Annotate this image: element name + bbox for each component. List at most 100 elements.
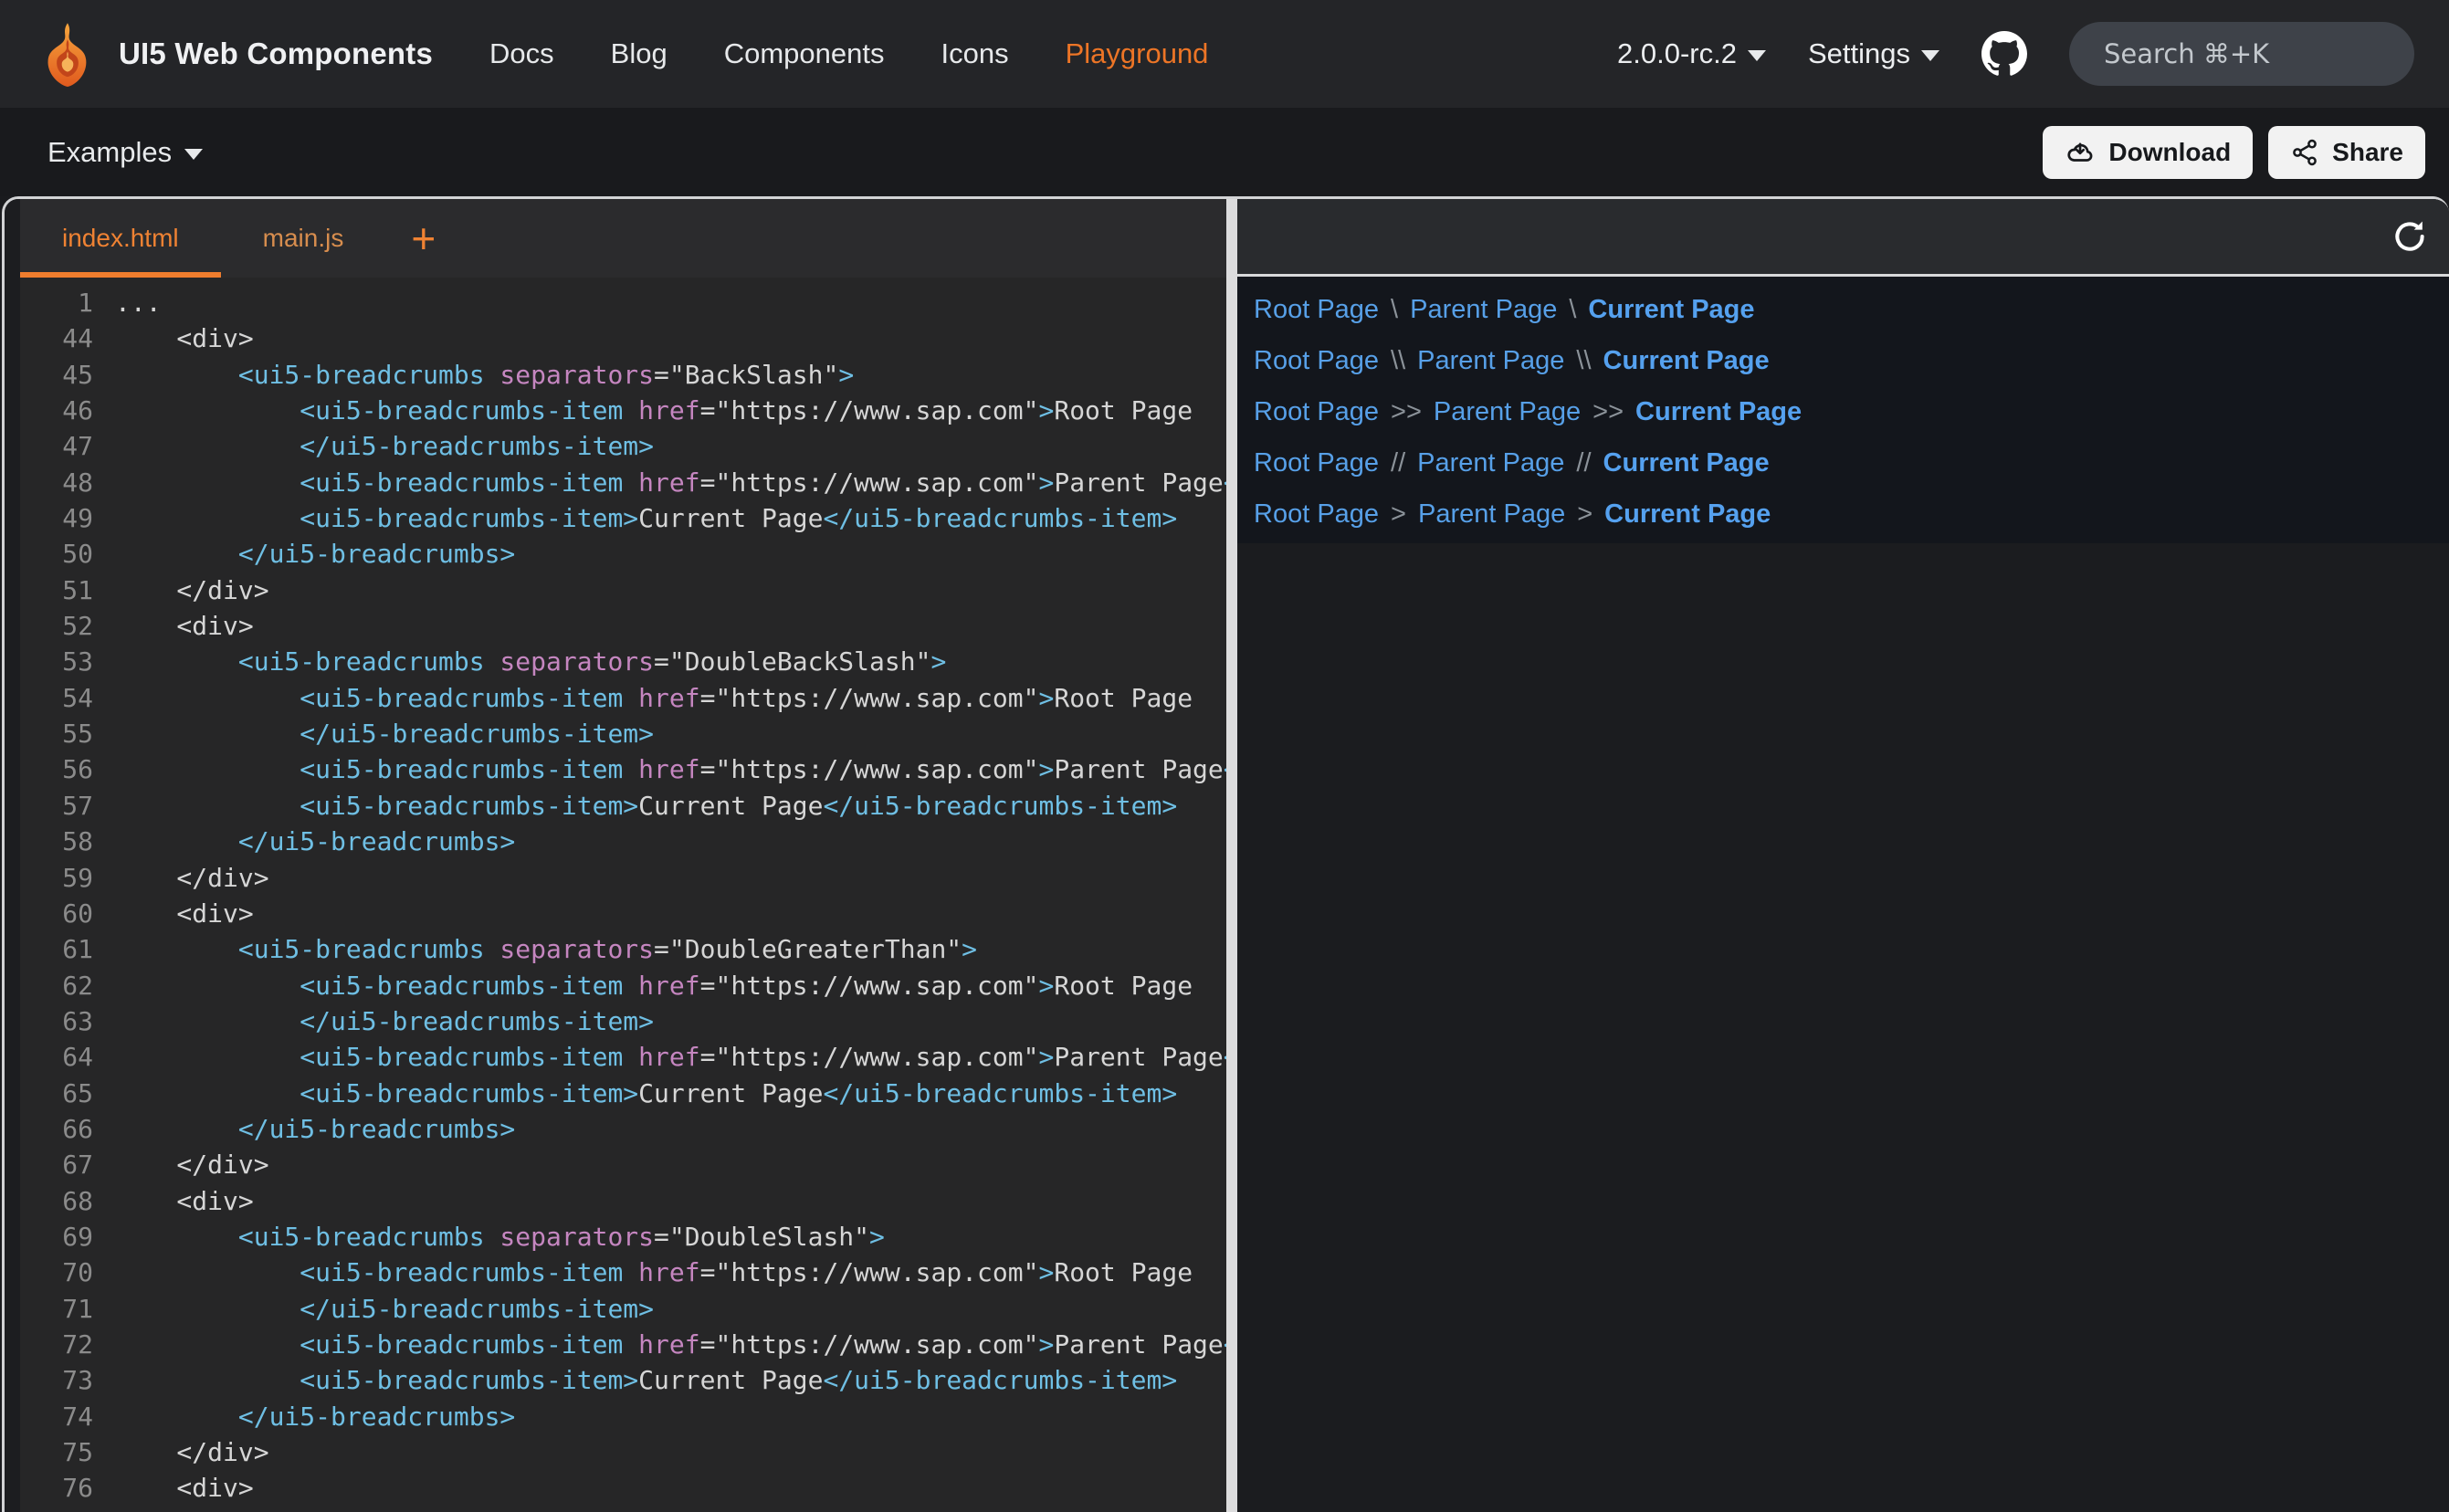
code-token: <ui5-breadcrumbs [238,1222,485,1252]
code-text: </ui5-breadcrumbs-item> [115,428,654,464]
refresh-button[interactable] [2387,214,2433,259]
code-text: <div> [115,1183,254,1219]
code-token [115,1006,300,1036]
code-token: <div> [115,1186,254,1216]
download-button[interactable]: Download [2043,126,2253,179]
line-number: 68 [20,1183,115,1219]
settings-dropdown[interactable]: Settings [1808,37,1939,70]
line-number: 58 [20,824,115,859]
code-token: </ui5-breadcrumbs-item> [300,719,654,749]
search-box[interactable] [2069,22,2414,86]
breadcrumb-current-page: Current Page [1588,295,1754,325]
code-token: > [1038,467,1054,498]
toolbar-actions: Download Share [2043,126,2425,179]
nav-link-icons[interactable]: Icons [941,37,1008,70]
code-line: 63 </ui5-breadcrumbs-item> [20,1003,1226,1039]
code-token: ="DoubleBackSlash" [654,646,930,677]
brand-title: UI5 Web Components [119,37,433,71]
breadcrumb-current-page: Current Page [1603,346,1770,376]
nav-link-blog[interactable]: Blog [611,37,667,70]
code-line: 1... [20,285,1226,320]
code-token: </ui5-breadcrumbs-item> [823,791,1177,821]
code-text: </ui5-breadcrumbs-item> [115,1291,654,1327]
code-token: ="https://www.sap.com" [700,395,1039,425]
add-tab-button[interactable]: + [385,199,461,278]
code-line: 52 <div> [20,608,1226,644]
code-token: <ui5-breadcrumbs-item [300,1042,623,1072]
code-line: 64 <ui5-breadcrumbs-item href="https://w… [20,1039,1226,1075]
preview-frame: Root Page\Parent Page\Current PageRoot P… [1237,277,2449,543]
breadcrumb-link-root[interactable]: Root Page [1254,448,1379,478]
code-token [115,431,300,461]
top-navbar: UI5 Web Components Docs Blog Components Ico… [0,0,2449,108]
code-text: <ui5-breadcrumbs separators="DoubleSlash… [115,1219,885,1255]
breadcrumb-link-root[interactable]: Root Page [1254,397,1379,427]
code-line: 72 <ui5-breadcrumbs-item href="https://w… [20,1327,1226,1362]
code-token: <div> [115,323,254,353]
breadcrumb-separator: \ [1569,295,1576,325]
line-number: 53 [20,644,115,679]
breadcrumbs-example: Root Page>>Parent Page>>Current Page [1254,394,2449,430]
line-number: 52 [20,608,115,644]
search-input[interactable] [2102,37,2441,70]
line-number: 49 [20,500,115,536]
code-text: </ui5-breadcrumbs> [115,1399,515,1434]
playground-toolbar: Examples Download Share [0,108,2449,196]
share-button[interactable]: Share [2268,126,2425,179]
code-token: <ui5-breadcrumbs-item [300,467,623,498]
code-text: </ui5-breadcrumbs-item> [115,1003,654,1039]
split-divider-handle[interactable] [1226,199,1237,1512]
code-text: <ui5-breadcrumbs separators="DoubleGreat… [115,931,977,967]
breadcrumb-separator: \\ [1576,346,1591,376]
code-token [115,683,300,713]
code-token: separators [485,1222,654,1252]
breadcrumb-current-page: Current Page [1603,448,1770,478]
code-token: <ui5-breadcrumbs-item [300,1257,623,1287]
code-token: <ui5-breadcrumbs-item [300,971,623,1001]
chevron-down-icon [184,149,203,160]
breadcrumb-link-root[interactable]: Root Page [1254,346,1379,376]
breadcrumb-link-root[interactable]: Root Page [1254,295,1379,325]
code-token: > [962,934,977,964]
code-text: ... [115,285,162,320]
code-token: > [869,1222,885,1252]
breadcrumb-link-parent[interactable]: Parent Page [1417,448,1564,478]
code-text: <ui5-breadcrumbs-item href="https://www.… [115,393,1193,428]
code-token: Current Page [638,503,823,533]
code-token [115,1329,300,1360]
nav-link-docs[interactable]: Docs [489,37,554,70]
version-dropdown[interactable]: 2.0.0-rc.2 [1617,37,1766,70]
tab-main.js[interactable]: main.js [221,199,386,278]
code-token: Parent Page [1054,1329,1223,1360]
breadcrumb-separator: >> [1391,397,1422,427]
line-number: 70 [20,1255,115,1290]
code-token: > [930,646,946,677]
code-token [115,1294,300,1324]
code-token: <ui5-breadcrumbs-item> [300,1078,638,1108]
editor-tabbar: index.htmlmain.js + [20,199,1226,278]
line-number: 1 [20,285,115,320]
breadcrumb-link-parent[interactable]: Parent Page [1418,499,1565,530]
code-line: 65 <ui5-breadcrumbs-item>Current Page</u… [20,1076,1226,1111]
github-link[interactable] [1981,31,2027,77]
code-token: <ui5-breadcrumbs-item [300,754,623,784]
code-line: 46 <ui5-breadcrumbs-item href="https://w… [20,393,1226,428]
code-token: > [1038,1329,1054,1360]
code-token: </ui5-breadcrumbs-item> [300,431,654,461]
line-number: 65 [20,1076,115,1111]
breadcrumb-link-parent[interactable]: Parent Page [1434,397,1581,427]
code-editor[interactable]: 1...44 <div>45 <ui5-breadcrumbs separato… [20,278,1226,1512]
line-number: 50 [20,536,115,572]
nav-link-playground[interactable]: Playground [1066,37,1209,70]
breadcrumbs-example: Root Page>Parent Page>Current Page [1254,496,2449,532]
breadcrumb-link-root[interactable]: Root Page [1254,499,1379,530]
breadcrumb-link-parent[interactable]: Parent Page [1410,295,1557,325]
brand[interactable]: UI5 Web Components [35,21,433,87]
tab-index.html[interactable]: index.html [20,199,221,278]
code-line: 55 </ui5-breadcrumbs-item> [20,716,1226,751]
code-token [115,1114,238,1144]
breadcrumb-link-parent[interactable]: Parent Page [1417,346,1564,376]
line-number: 62 [20,968,115,1003]
examples-dropdown[interactable]: Examples [47,136,203,169]
nav-link-components[interactable]: Components [724,37,885,70]
